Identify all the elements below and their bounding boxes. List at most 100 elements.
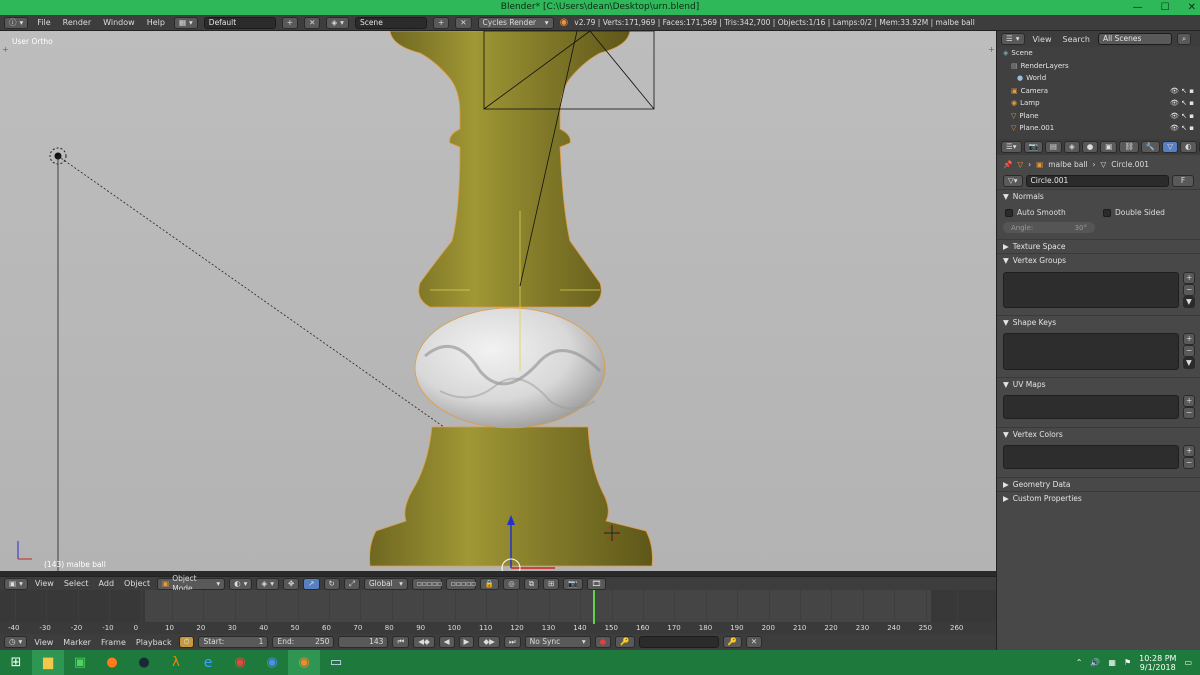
record-icon[interactable]: ●: [594, 636, 612, 648]
layer-buttons-b[interactable]: ▫▫▫▫▫: [445, 577, 476, 590]
delete-keyframe-icon[interactable]: ✕: [745, 636, 763, 648]
visibility-icons[interactable]: 👁 ↖ ▪: [1170, 124, 1194, 132]
outliner-item-plane001[interactable]: ▽ Plane.001 👁 ↖ ▪: [997, 122, 1200, 135]
start-frame-field[interactable]: Start: 1: [198, 636, 269, 648]
scene-selector[interactable]: ◈ ▾: [326, 16, 349, 29]
layout-remove-button[interactable]: ✕: [304, 16, 321, 29]
outliner-item-world[interactable]: ● World: [997, 72, 1200, 85]
scene-add-button[interactable]: +: [432, 16, 450, 29]
lock-icon[interactable]: 🔒: [479, 577, 500, 590]
proportional-edit-icon[interactable]: ◎: [503, 577, 520, 590]
double-sided-checkbox[interactable]: Double Sided: [1103, 208, 1165, 217]
custom-properties-panel-header[interactable]: ▶ Custom Properties: [997, 491, 1200, 505]
scene-remove-button[interactable]: ✕: [455, 16, 472, 29]
modifiers-tab-icon[interactable]: 🔧: [1140, 141, 1161, 153]
vertex-groups-list[interactable]: [1003, 272, 1179, 308]
visibility-icons[interactable]: 👁 ↖ ▪: [1170, 87, 1194, 95]
fake-user-button[interactable]: F: [1172, 175, 1194, 187]
end-frame-field[interactable]: End: 250: [272, 636, 335, 648]
timeline-area[interactable]: -40 -30 -20 -10 0 10 20 30 40 50 60 70 80 90 100 110 120…: [0, 590, 996, 634]
taskbar-chrome[interactable]: ◉: [224, 650, 256, 675]
visibility-icons[interactable]: 👁 ↖ ▪: [1170, 112, 1194, 120]
play-icon[interactable]: ▶: [458, 636, 475, 648]
timeline-ruler[interactable]: [0, 622, 996, 634]
shape-keys-panel-header[interactable]: ▼ Shape Keys: [997, 315, 1200, 329]
taskbar-steam[interactable]: ●: [128, 650, 160, 675]
viewport-view-menu[interactable]: View: [32, 579, 57, 588]
rotate-manipulator-button[interactable]: ↻: [323, 577, 340, 590]
play-reverse-icon[interactable]: ◀: [438, 636, 455, 648]
taskbar-edge[interactable]: e: [192, 650, 224, 675]
auto-smooth-checkbox[interactable]: Auto Smooth: [1005, 208, 1066, 217]
outliner-item-lamp[interactable]: ◉ Lamp 👁 ↖ ▪: [997, 97, 1200, 110]
viewport-object-menu[interactable]: Object: [121, 579, 153, 588]
uv-maps-panel-header[interactable]: ▼ UV Maps: [997, 377, 1200, 391]
vertex-group-specials-button[interactable]: ▼: [1183, 296, 1195, 308]
translate-manipulator-button[interactable]: ↗: [303, 577, 320, 590]
layout-selector[interactable]: ▦ ▾: [173, 16, 198, 29]
next-keyframe-icon[interactable]: ◆▶: [478, 636, 500, 648]
menu-render[interactable]: Render: [60, 18, 94, 27]
taskbar-firefox[interactable]: ●: [96, 650, 128, 675]
object-tab-icon[interactable]: ▣: [1100, 141, 1118, 153]
layers-tab-icon[interactable]: ▤: [1044, 141, 1062, 153]
pivot-dropdown[interactable]: ◈ ▾: [256, 577, 279, 590]
preview-range-icon[interactable]: ⏱: [178, 636, 195, 648]
speaker-icon[interactable]: 🔊: [1090, 658, 1100, 667]
minimize-button[interactable]: —: [1133, 0, 1143, 15]
prev-keyframe-icon[interactable]: ◀◆: [413, 636, 435, 648]
mode-dropdown[interactable]: ▣ Object Mode ▾: [157, 574, 226, 593]
menu-window[interactable]: Window: [100, 18, 138, 27]
constraints-tab-icon[interactable]: ⛓: [1119, 141, 1139, 153]
taskbar-file-explorer[interactable]: ▆: [32, 650, 64, 675]
angle-slider[interactable]: Angle: 30°: [1003, 222, 1095, 233]
timeline-frame-menu[interactable]: Frame: [98, 638, 129, 647]
taskbar-blender[interactable]: ◉: [288, 650, 320, 675]
editor-type-button[interactable]: ⓘ ▾: [4, 16, 29, 29]
current-frame-indicator[interactable]: [593, 590, 595, 624]
network-icon[interactable]: ▦: [1108, 658, 1116, 667]
sync-dropdown[interactable]: No Sync ▾: [524, 636, 591, 648]
outliner-item-renderlayers[interactable]: ▤ RenderLayers: [997, 60, 1200, 73]
timeline-view-menu[interactable]: View: [31, 638, 56, 647]
taskbar-halflife[interactable]: λ: [160, 650, 192, 675]
add-uv-map-button[interactable]: +: [1183, 395, 1196, 407]
outliner-item-scene[interactable]: ◈ Scene: [997, 47, 1200, 60]
menu-help[interactable]: Help: [144, 18, 168, 27]
keying-set-icon[interactable]: 🔑: [615, 636, 635, 648]
viewport-select-menu[interactable]: Select: [61, 579, 92, 588]
properties-editor-type[interactable]: ☰▾: [1001, 141, 1022, 153]
action-center-icon[interactable]: ▭: [1184, 658, 1192, 667]
start-button[interactable]: ⊞: [0, 650, 32, 675]
uv-maps-list[interactable]: [1003, 395, 1179, 419]
timeline-editor-type[interactable]: ◷ ▾: [4, 636, 28, 648]
vertex-colors-panel-header[interactable]: ▼ Vertex Colors: [997, 427, 1200, 441]
scene-tab-icon[interactable]: ◈: [1063, 141, 1080, 153]
jump-start-icon[interactable]: ⏮: [392, 636, 410, 648]
outliner-view-menu[interactable]: View: [1030, 35, 1055, 44]
shape-key-specials-button[interactable]: ▼: [1183, 357, 1195, 369]
datablock-name-field[interactable]: Circle.001: [1025, 175, 1169, 187]
remove-uv-map-button[interactable]: −: [1183, 407, 1196, 419]
visibility-icons[interactable]: 👁 ↖ ▪: [1170, 99, 1194, 107]
keying-set-field[interactable]: [638, 636, 719, 648]
vertex-groups-panel-header[interactable]: ▼ Vertex Groups: [997, 253, 1200, 267]
outliner-editor-type[interactable]: ☰ ▾: [1001, 33, 1025, 45]
remove-shape-key-button[interactable]: −: [1183, 345, 1196, 357]
maximize-button[interactable]: ☐: [1161, 0, 1170, 15]
3d-viewport[interactable]: User Ortho + + (143) malbe ball: [0, 31, 996, 571]
scale-manipulator-button[interactable]: ⤢: [343, 577, 360, 590]
timeline-marker-menu[interactable]: Marker: [60, 638, 94, 647]
normals-panel-header[interactable]: ▼ Normals: [997, 189, 1200, 203]
menu-file[interactable]: File: [34, 18, 53, 27]
render-engine-dropdown[interactable]: Cycles Render ▾: [477, 16, 554, 29]
notification-icon[interactable]: ⚑: [1124, 658, 1131, 667]
vertex-colors-list[interactable]: [1003, 445, 1179, 469]
outliner-item-plane[interactable]: ▽ Plane 👁 ↖ ▪: [997, 110, 1200, 123]
orientation-dropdown[interactable]: Global ▾: [363, 577, 408, 590]
urn-object[interactable]: [369, 31, 653, 567]
close-button[interactable]: ✕: [1188, 0, 1196, 15]
opengl-anim-icon[interactable]: 🎞: [586, 577, 607, 590]
pin-icon[interactable]: 📌: [1003, 160, 1012, 169]
viewport-editor-type[interactable]: ▣ ▾: [4, 577, 28, 590]
